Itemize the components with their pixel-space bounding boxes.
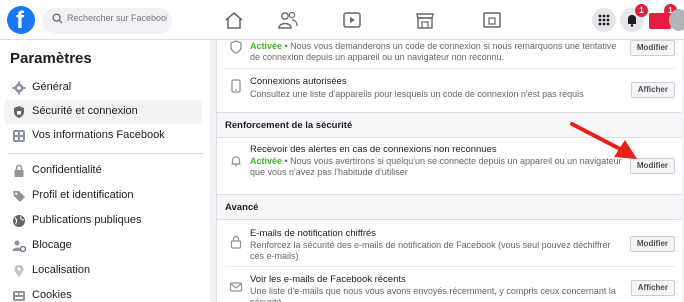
sidebar-item-label: Localisation [32, 264, 91, 276]
sidebar-item-label: Général [32, 81, 72, 93]
sidebar-item-profile-tagging[interactable]: Profil et identification [4, 184, 202, 208]
marketplace-icon[interactable] [414, 10, 436, 30]
sidebar-title: Paramètres [10, 50, 92, 67]
cookies-icon [13, 291, 25, 301]
edit-button[interactable]: Modifier [629, 158, 675, 174]
sidebar-item-security[interactable]: Sécurité et connexion [4, 100, 202, 124]
shield-icon [230, 40, 242, 54]
sidebar-item-label: Publications publiques [32, 214, 142, 226]
sidebar-item-label: Profil et identification [32, 189, 134, 201]
facebook-logo[interactable]: f [7, 6, 35, 34]
menu-grid-button[interactable] [592, 8, 616, 32]
section-title: Renforcement de la sécurité [225, 120, 353, 131]
lock-icon [230, 235, 242, 249]
setting-title: Connexions autorisées [250, 76, 347, 87]
sidebar-item-cookies[interactable]: Cookies [4, 284, 202, 302]
sidebar-item-label: Sécurité et connexion [32, 105, 138, 117]
setting-title: Recevoir des alertes en cas de connexion… [250, 144, 497, 155]
top-navigation-bar: f 1 1 [0, 0, 684, 40]
gear-icon [12, 81, 26, 95]
lock-icon [14, 164, 24, 177]
search-input[interactable] [67, 13, 167, 23]
view-button[interactable]: Afficher [630, 82, 675, 98]
logo-letter: f [16, 7, 24, 34]
search-box[interactable] [42, 8, 172, 34]
view-button[interactable]: Afficher [630, 280, 675, 296]
edit-button[interactable]: Modifier [629, 236, 675, 252]
sidebar-item-blocking[interactable]: Blocage [4, 234, 202, 258]
sidebar-item-label: Confidentialité [32, 164, 102, 176]
setting-description: Renforcez la sécurité des e-mails de not… [250, 240, 611, 261]
setting-title: E-mails de notification chiffrés [250, 228, 377, 239]
sidebar-item-public-posts[interactable]: Publications publiques [4, 209, 202, 233]
sidebar-item-label: Blocage [32, 239, 72, 251]
status-active: Activée [250, 41, 283, 51]
grid-icon [598, 14, 610, 26]
description-text: • Nous vous avertirons si quelqu'un se c… [250, 156, 622, 177]
settings-content: Activée • Nous vous demanderons un code … [216, 40, 682, 302]
section-title: Avancé [225, 202, 259, 213]
setting-description: Activée • Nous vous avertirons si quelqu… [250, 156, 625, 178]
watch-video-icon[interactable] [341, 10, 363, 30]
account-avatar[interactable] [669, 9, 684, 31]
sidebar-item-label: Vos informations Facebook [32, 129, 165, 141]
shield-icon [14, 106, 24, 118]
setting-description: Une liste d'e-mails que nous vous avons … [250, 286, 616, 302]
tag-icon [13, 191, 25, 202]
settings-sidebar: Paramètres Général Sécurité et connexion… [0, 40, 210, 302]
sidebar-item-location[interactable]: Localisation [4, 259, 202, 283]
description-text: • Nous vous demanderons un code de conne… [250, 41, 617, 62]
bell-icon [231, 156, 241, 167]
section-header-advanced: Avancé [217, 194, 682, 220]
globe-icon [13, 215, 25, 227]
block-user-icon [12, 240, 26, 253]
search-icon [52, 13, 63, 24]
setting-description: Activée • Nous vous demanderons un code … [250, 41, 625, 63]
sidebar-item-your-information[interactable]: Vos informations Facebook [4, 124, 202, 148]
setting-title: Voir les e-mails de Facebook récents [250, 274, 406, 285]
notifications-badge: 1 [635, 4, 648, 17]
setting-description: Consultez une liste d'appareils pour les… [250, 89, 584, 99]
edit-button[interactable]: Modifier [629, 40, 675, 56]
status-active: Activée [250, 156, 283, 166]
envelope-icon [229, 282, 243, 292]
sidebar-item-general[interactable]: Général [4, 76, 202, 100]
section-header-security: Renforcement de la sécurité [217, 112, 682, 138]
row-divider [225, 266, 675, 267]
row-divider [225, 68, 675, 69]
facebook-info-icon [13, 130, 25, 142]
location-pin-icon [14, 265, 24, 277]
phone-icon [231, 79, 241, 93]
sidebar-divider [8, 153, 204, 154]
groups-icon[interactable] [481, 10, 503, 30]
sidebar-item-label: Cookies [32, 289, 72, 301]
home-icon[interactable] [223, 10, 245, 30]
friends-icon[interactable] [277, 10, 299, 30]
sidebar-item-privacy[interactable]: Confidentialité [4, 159, 202, 183]
